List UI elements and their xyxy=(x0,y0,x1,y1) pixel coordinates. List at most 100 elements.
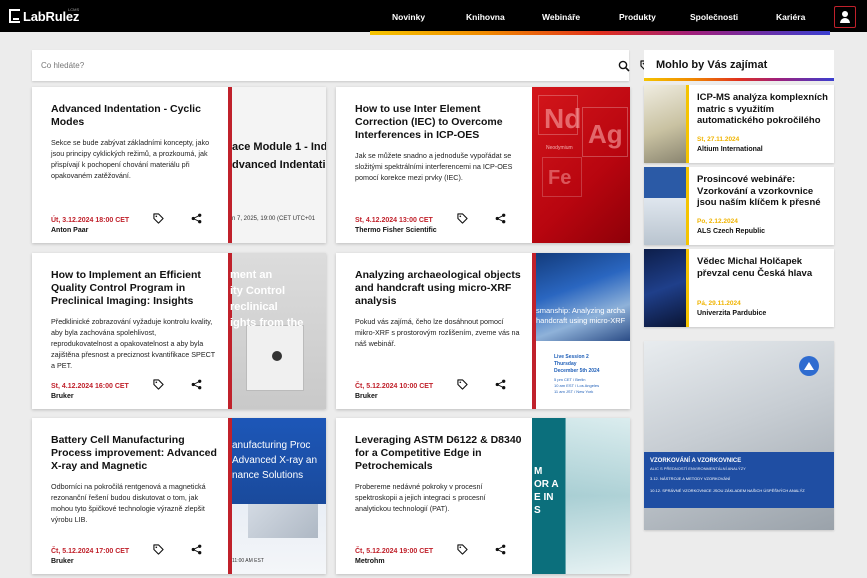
sidebar-ad-banner[interactable]: VZORKOVÁNÍ A VZORKOVNICE ALIC S PŘEDNOST… xyxy=(644,341,834,530)
card-description: Předklinické zobrazování vyžaduje kontro… xyxy=(51,317,216,370)
webinar-card[interactable]: How to Implement an Efficient Quality Co… xyxy=(32,253,326,409)
tag-icon[interactable] xyxy=(153,213,164,224)
card-image-text: 11:00 AM EST xyxy=(232,558,264,564)
card-image-text: ace Module 1 - Ind xyxy=(232,141,326,153)
card-organizer: Thermo Fisher Scientific xyxy=(355,227,437,234)
webinar-card[interactable]: Leveraging ASTM D6122 & D8340 for a Comp… xyxy=(336,418,630,574)
card-image: Nd Ag Fe Neodymium xyxy=(532,87,630,243)
share-icon[interactable] xyxy=(495,213,506,224)
tag-icon[interactable] xyxy=(457,544,468,555)
top-navigation-bar: LabRulez LCMS Novinky Knihovna Webináře … xyxy=(0,0,867,32)
card-image-text: 11 am JST / New York xyxy=(554,389,594,394)
article-accent-bar xyxy=(686,249,689,327)
sidebar-article[interactable]: Vědec Michal Holčapek převzal cenu Česká… xyxy=(644,249,834,327)
card-image: ment an ity Control reclinical ights fro… xyxy=(228,253,326,409)
card-description: Probereme nedávné pokroky v procesní spe… xyxy=(355,482,486,513)
share-icon[interactable] xyxy=(191,213,202,224)
card-text-area: Leveraging ASTM D6122 & D8340 for a Comp… xyxy=(336,418,532,574)
webinar-card[interactable]: How to use Inter Element Correction (IEC… xyxy=(336,87,630,243)
card-date: St, 4.12.2024 13:00 CET xyxy=(355,217,433,224)
card-title: Leveraging ASTM D6122 & D8340 for a Comp… xyxy=(355,434,522,472)
labrulez-logo[interactable]: LabRulez LCMS xyxy=(9,7,80,24)
card-image-text: dvanced Indentati xyxy=(232,159,326,171)
article-organizer: Univerzita Pardubice xyxy=(697,310,767,317)
card-image-text: S xyxy=(534,505,541,516)
article-date: Pá, 29.11.2024 xyxy=(697,300,741,307)
nav-item-webinare[interactable]: Webináře xyxy=(542,0,580,34)
sidebar-article[interactable]: Prosincové webináře: Vzorkování a vzorko… xyxy=(644,167,834,245)
card-image-text: reclinical xyxy=(230,301,278,313)
card-date: Út, 3.12.2024 18:00 CET xyxy=(51,217,130,224)
user-icon xyxy=(842,11,848,17)
card-image-text: Fe xyxy=(548,167,572,189)
share-icon[interactable] xyxy=(191,544,202,555)
card-text-area: How to use Inter Element Correction (IEC… xyxy=(336,87,532,243)
artifact-photo xyxy=(532,253,630,341)
logo-mark-icon xyxy=(9,9,20,23)
card-image-text: 5 pm CET / Berlin xyxy=(554,377,586,382)
article-organizer: Altium International xyxy=(697,146,763,153)
nav-item-novinky[interactable]: Novinky xyxy=(392,0,425,34)
card-image: ace Module 1 - Ind dvanced Indentati n 7… xyxy=(228,87,326,243)
article-accent-bar xyxy=(686,167,689,245)
card-description: Jak se můžete snadno a jednoduše vypořád… xyxy=(355,151,513,182)
card-title: How to Implement an Efficient Quality Co… xyxy=(51,269,201,307)
tag-icon[interactable] xyxy=(457,379,468,390)
als-logo-icon xyxy=(799,356,819,376)
card-image-text: OR A xyxy=(534,479,559,490)
card-image-text: December 5th 2024 xyxy=(554,368,600,374)
search-input[interactable] xyxy=(41,58,561,73)
sidebar-article[interactable]: ICP-MS analýza komplexních matric s využ… xyxy=(644,85,834,163)
card-image-text: ment an xyxy=(230,269,273,281)
card-text-area: How to Implement an Efficient Quality Co… xyxy=(32,253,228,409)
article-thumbnail xyxy=(644,249,686,327)
lab-photo xyxy=(566,418,630,574)
webinar-card[interactable]: Advanced Indentation - Cyclic Modes Sekc… xyxy=(32,87,326,243)
card-image-text: E IN xyxy=(534,492,554,503)
nav-item-knihovna[interactable]: Knihovna xyxy=(466,0,505,34)
share-icon[interactable] xyxy=(495,379,506,390)
webinar-card[interactable]: Analyzing archaeological objects and han… xyxy=(336,253,630,409)
card-organizer: Bruker xyxy=(355,393,378,400)
share-icon[interactable] xyxy=(191,379,202,390)
ad-subtitle: ALIC S PŘEDNOSTÍ ENVIRONMENTÁLNÍ ANALÝZY xyxy=(650,466,746,471)
card-image-text: ights from the xyxy=(230,317,304,329)
card-image-text: 10 am EST / Los Angeles xyxy=(554,383,600,388)
card-title: How to use Inter Element Correction (IEC… xyxy=(355,103,503,141)
card-organizer: Bruker xyxy=(51,558,74,565)
card-title: Advanced Indentation - Cyclic Modes xyxy=(51,103,201,128)
card-image: anufacturing Proc Advanced X-ray an nanc… xyxy=(228,418,326,574)
nav-item-spolecnosti[interactable]: Společnosti xyxy=(690,0,738,34)
card-text-area: Analyzing archaeological objects and han… xyxy=(336,253,532,409)
card-date: St, 4.12.2024 16:00 CET xyxy=(51,383,129,390)
card-image-text: ity Control xyxy=(230,285,285,297)
card-image-text: n 7, 2025, 19:00 (CET UTC+01 xyxy=(232,216,316,222)
card-title: Battery Cell Manufacturing Process impro… xyxy=(51,434,217,472)
card-organizer: Bruker xyxy=(51,393,74,400)
card-image-text: M xyxy=(534,466,543,477)
card-image-text: Nd xyxy=(544,103,582,134)
card-image-text: anufacturing Proc xyxy=(232,440,311,451)
sidebar-title: Mohlo by Vás zajímat xyxy=(656,59,768,71)
ad-line: 3.12. NÁSTROJE A METODY VZORKOVÁNÍ xyxy=(650,476,731,481)
user-icon-body xyxy=(840,18,850,23)
card-title: Analyzing archaeological objects and han… xyxy=(355,269,521,307)
card-image-text: Neodymium xyxy=(546,145,573,151)
card-description: Odborníci na pokročilá rentgenová a magn… xyxy=(51,482,206,524)
nav-item-produkty[interactable]: Produkty xyxy=(619,0,656,34)
card-image-text: smanship: Analyzing archa xyxy=(536,306,626,315)
card-description: Pokud vás zajímá, čeho lze dosáhnout pom… xyxy=(355,317,520,348)
webinar-card[interactable]: Battery Cell Manufacturing Process impro… xyxy=(32,418,326,574)
tag-icon[interactable] xyxy=(457,213,468,224)
card-text-area: Battery Cell Manufacturing Process impro… xyxy=(32,418,228,574)
nav-item-kariera[interactable]: Kariéra xyxy=(776,0,805,34)
tag-icon[interactable] xyxy=(153,544,164,555)
card-image: smanship: Analyzing archa handcraft usin… xyxy=(532,253,630,409)
user-account-button[interactable] xyxy=(834,6,856,28)
search-icon[interactable] xyxy=(618,60,630,72)
article-date: Po, 2.12.2024 xyxy=(697,218,738,225)
logo-tag: LCMS xyxy=(68,7,80,12)
share-icon[interactable] xyxy=(495,544,506,555)
tag-icon[interactable] xyxy=(153,379,164,390)
article-accent-bar xyxy=(686,85,689,163)
